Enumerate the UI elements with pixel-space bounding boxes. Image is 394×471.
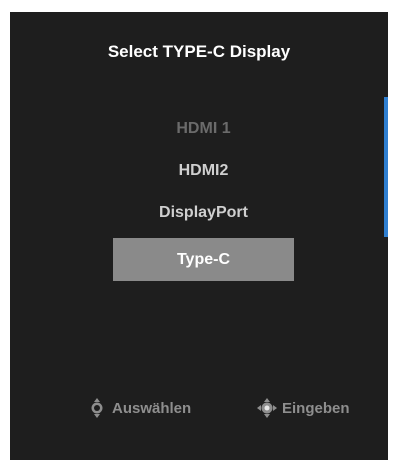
display-options-list: HDMI 1 HDMI2 DisplayPort Type-C (113, 112, 294, 281)
option-type-c[interactable]: Type-C (113, 238, 294, 281)
select-hint: Auswählen (86, 397, 191, 419)
enter-hint-label: Eingeben (282, 399, 350, 417)
joystick-updown-icon (86, 397, 108, 419)
menu-title: Select TYPE-C Display (107, 42, 291, 61)
option-hdmi1: HDMI 1 (176, 120, 231, 137)
osd-panel: Select TYPE-C Display HDMI 1 HDMI2 Displ… (10, 12, 388, 460)
joystick-press-icon (256, 397, 278, 419)
enter-hint: Eingeben (256, 397, 350, 419)
option-displayport[interactable]: DisplayPort (113, 196, 294, 238)
scroll-indicator[interactable] (384, 97, 388, 237)
footer-hints: Auswählen Eingeben (10, 397, 388, 421)
option-hdmi2[interactable]: HDMI2 (113, 154, 294, 196)
select-hint-label: Auswählen (112, 399, 192, 417)
